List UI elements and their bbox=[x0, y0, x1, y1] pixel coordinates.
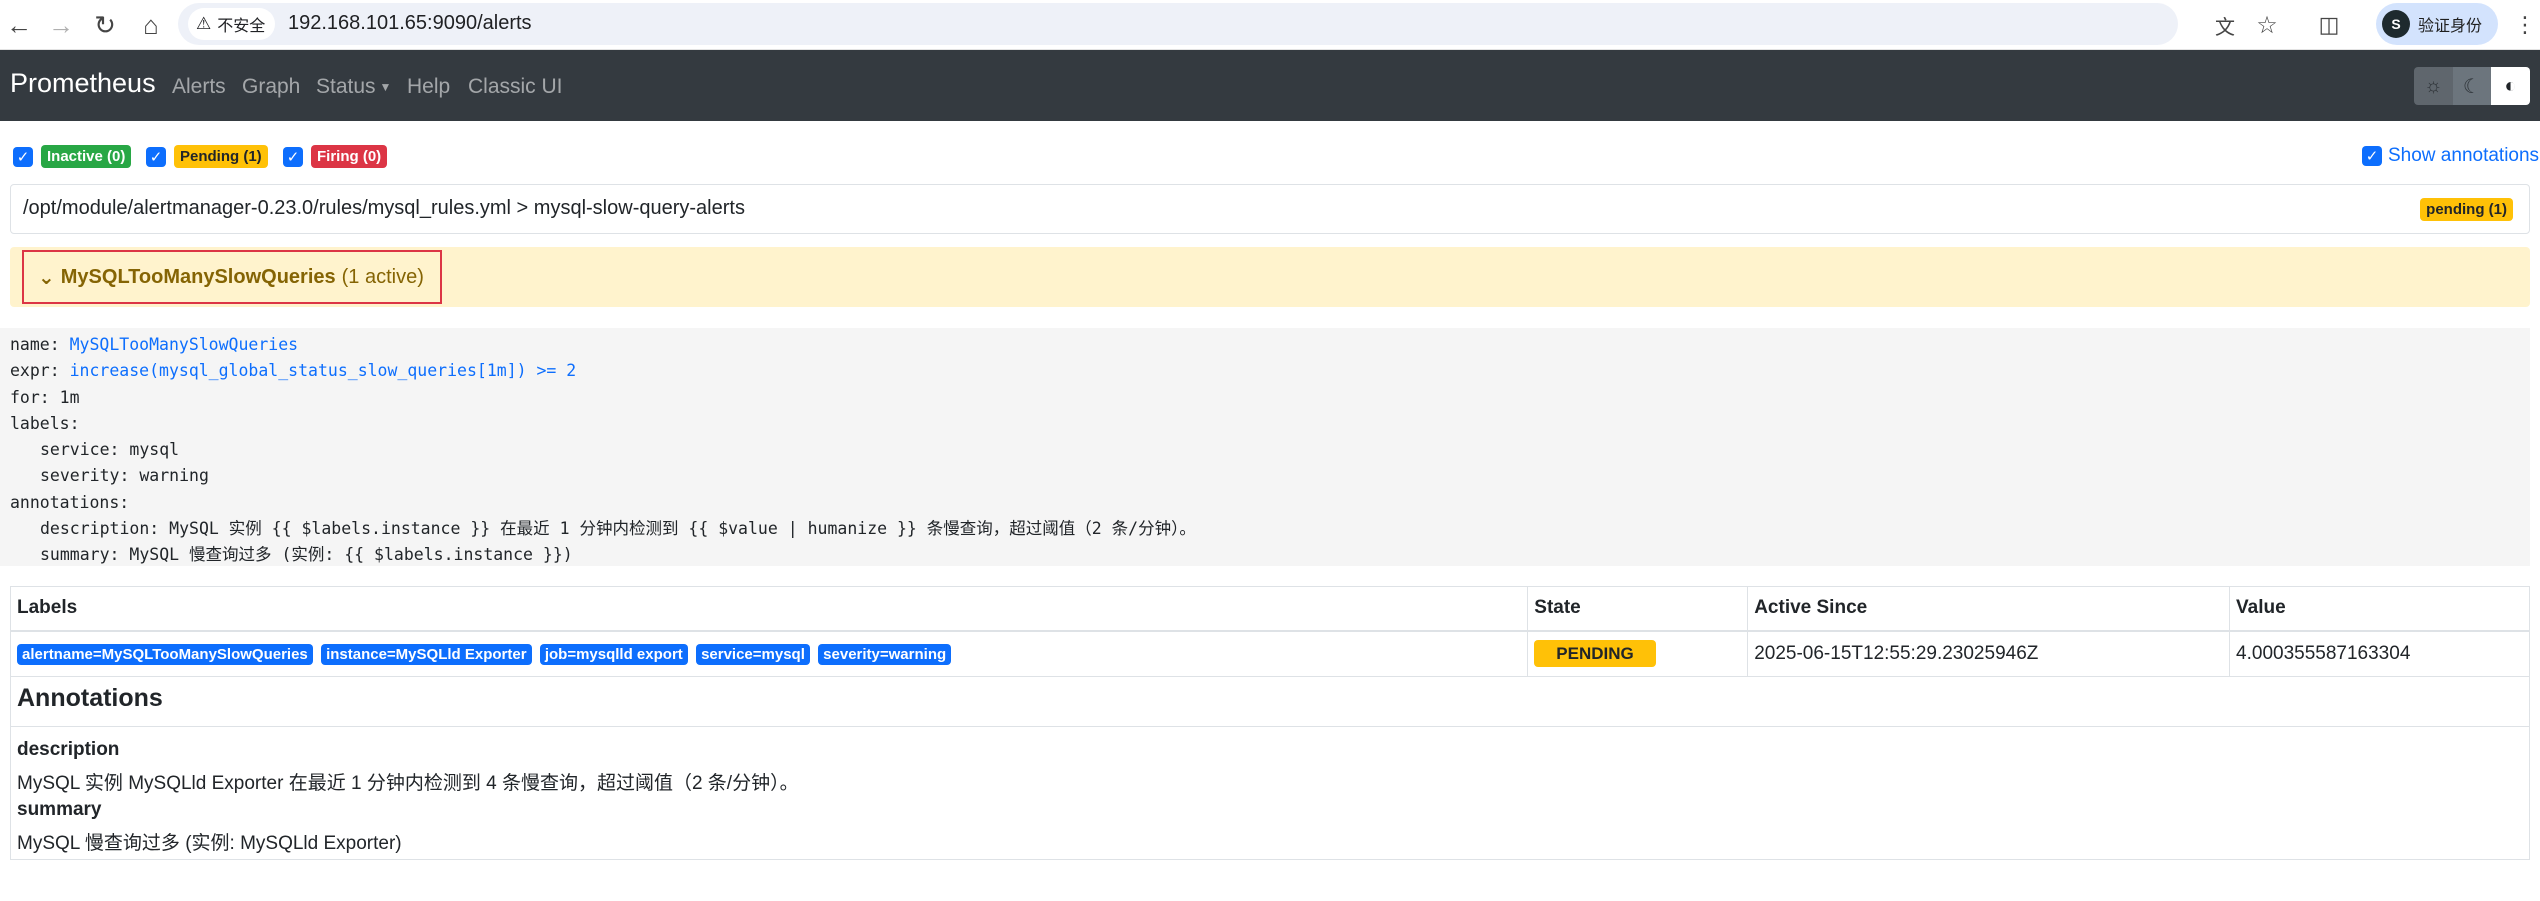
checkbox-checked-icon[interactable]: ✓ bbox=[283, 146, 303, 167]
rule-ann-description: description: MySQL 实例 {{ $labels.instanc… bbox=[40, 519, 1196, 539]
translate-icon[interactable]: 文 bbox=[2206, 6, 2244, 44]
rule-label-severity-line: severity: warning bbox=[10, 463, 2520, 489]
inactive-badge: Inactive (0) bbox=[41, 145, 132, 168]
url-text[interactable]: 192.168.101.65:9090/alerts bbox=[288, 12, 532, 35]
filter-inactive[interactable]: ✓ Inactive (0) bbox=[13, 145, 132, 168]
nav-status-label: Status bbox=[316, 75, 376, 98]
brand-logo[interactable]: Prometheus bbox=[10, 68, 156, 99]
checkbox-checked-icon[interactable]: ✓ bbox=[2362, 146, 2382, 166]
annotations-panel: Annotations description MySQL 实例 MySQLld… bbox=[10, 676, 2530, 860]
annotations-divider bbox=[11, 726, 2529, 727]
rule-label-service-line: service: mysql bbox=[10, 437, 2520, 463]
annotations-heading: Annotations bbox=[17, 684, 163, 712]
rule-label-service: service: mysql bbox=[40, 440, 180, 460]
col-header-active-since: Active Since bbox=[1747, 586, 2231, 632]
rule-for-line: for: 1m bbox=[10, 387, 80, 407]
label-badge-job: job=mysqlld export bbox=[539, 643, 688, 665]
state-badge: PENDING bbox=[1534, 640, 1656, 668]
labels-cell: alertname=MySQLTooManySlowQueries instan… bbox=[9, 630, 1529, 677]
profile-label: 验证身份 bbox=[2418, 18, 2483, 35]
annotation-summary-value: MySQL 慢查询过多 (实例: MySQLld Exporter) bbox=[17, 833, 402, 854]
navbar: Prometheus Alerts Graph Status ▼ Help Cla… bbox=[0, 50, 2540, 121]
rule-expr-key: expr: bbox=[10, 361, 70, 381]
rule-file-status-badge: pending (1) bbox=[2420, 198, 2513, 221]
security-chip[interactable]: ⚠ 不安全 bbox=[188, 8, 276, 40]
reload-icon[interactable]: ↻ bbox=[86, 6, 124, 44]
sun-icon[interactable]: ☼ bbox=[2414, 67, 2453, 105]
filter-pending[interactable]: ✓ Pending (1) bbox=[146, 145, 268, 168]
rule-expr-line: expr: increase(mysql_global_status_slow_… bbox=[10, 358, 2520, 384]
col-header-labels: Labels bbox=[9, 586, 1529, 632]
rule-definition: name: MySQLTooManySlowQueries expr: incre… bbox=[0, 328, 2530, 566]
firing-badge: Firing (0) bbox=[311, 145, 388, 168]
address-bar[interactable]: ⚠ 不安全 192.168.101.65:9090/alerts bbox=[178, 3, 2178, 45]
annotation-description-value: MySQL 实例 MySQLld Exporter 在最近 1 分钟内检测到 4… bbox=[17, 773, 799, 794]
label-badge-service: service=mysql bbox=[696, 643, 810, 665]
active-since-cell: 2025-06-15T12:55:29.23025946Z bbox=[1747, 630, 2231, 677]
table-header-row: Labels State Active Since Value bbox=[9, 586, 2530, 632]
annotation-description-key: description bbox=[17, 739, 120, 760]
checkbox-checked-icon[interactable]: ✓ bbox=[13, 146, 33, 167]
home-icon[interactable]: ⌂ bbox=[132, 6, 170, 44]
profile-chip[interactable]: S 验证身份 bbox=[2376, 3, 2499, 45]
show-annotations-label: Show annotations bbox=[2388, 145, 2540, 166]
nav-alerts[interactable]: Alerts bbox=[172, 75, 226, 99]
rule-ann-summary-line: summary: MySQL 慢查询过多 (实例: {{ $labels.ins… bbox=[10, 542, 2520, 568]
label-badge-alertname: alertname=MySQLTooManySlowQueries bbox=[17, 643, 313, 665]
alert-instances-table: Labels State Active Since Value alertnam… bbox=[9, 586, 2530, 677]
checkbox-checked-icon[interactable]: ✓ bbox=[146, 146, 166, 167]
value-cell: 4.000355587163304 bbox=[2229, 630, 2530, 677]
rule-ann-summary: summary: MySQL 慢查询过多 (实例: {{ $labels.ins… bbox=[40, 545, 573, 565]
nav-classic-ui[interactable]: Classic UI bbox=[468, 75, 563, 99]
rule-labels-line: labels: bbox=[10, 413, 80, 433]
rule-annotations-line: annotations: bbox=[10, 492, 130, 512]
moon-icon[interactable]: ☾ bbox=[2452, 67, 2492, 105]
rule-name-link[interactable]: MySQLTooManySlowQueries bbox=[70, 335, 298, 354]
alert-expand-toggle[interactable]: ⌄ MySQLTooManySlowQueries (1 active) bbox=[22, 250, 442, 304]
state-cell: PENDING bbox=[1527, 630, 1749, 677]
theme-switcher: ☼ ☾ ◐ bbox=[2414, 67, 2530, 105]
warning-icon: ⚠ bbox=[196, 14, 212, 33]
browser-toolbar: ← → ↻ ⌂ ⚠ 不安全 192.168.101.65:9090/alerts… bbox=[0, 0, 2540, 50]
back-icon[interactable]: ← bbox=[0, 6, 38, 44]
rule-file-header: /opt/module/alertmanager-0.23.0/rules/my… bbox=[10, 184, 2530, 234]
label-badge-instance: instance=MySQLld Exporter bbox=[321, 643, 532, 665]
col-header-value: Value bbox=[2229, 586, 2530, 632]
col-header-state: State bbox=[1527, 586, 1749, 632]
table-row: alertname=MySQLTooManySlowQueries instan… bbox=[9, 630, 2530, 677]
annotation-summary-key: summary bbox=[17, 799, 102, 820]
alert-group-header: ⌄ MySQLTooManySlowQueries (1 active) bbox=[10, 247, 2530, 307]
security-label: 不安全 bbox=[217, 18, 266, 35]
rule-label-severity: severity: warning bbox=[40, 466, 209, 486]
label-badge-severity: severity=warning bbox=[818, 643, 952, 665]
alert-active-count: (1 active) bbox=[341, 265, 424, 288]
alert-name: MySQLTooManySlowQueries bbox=[60, 265, 336, 288]
chevron-down-icon: ⌄ bbox=[38, 266, 55, 289]
extensions-icon[interactable]: ◫ bbox=[2310, 6, 2348, 44]
rule-name-line: name: MySQLTooManySlowQueries bbox=[10, 332, 2520, 358]
show-annotations-toggle[interactable]: ✓ Show annotations bbox=[2362, 145, 2539, 167]
more-menu-icon[interactable]: ⋮ bbox=[2506, 6, 2540, 44]
contrast-icon[interactable]: ◐ bbox=[2491, 67, 2530, 105]
rule-ann-description-line: description: MySQL 实例 {{ $labels.instanc… bbox=[10, 516, 2520, 542]
star-icon[interactable]: ☆ bbox=[2248, 6, 2286, 44]
caret-down-icon: ▼ bbox=[379, 80, 392, 95]
rule-name-key: name: bbox=[10, 335, 70, 354]
nav-status[interactable]: Status ▼ bbox=[316, 75, 391, 99]
filter-firing[interactable]: ✓ Firing (0) bbox=[283, 145, 388, 168]
rule-file-path: /opt/module/alertmanager-0.23.0/rules/my… bbox=[23, 197, 745, 219]
nav-help[interactable]: Help bbox=[407, 75, 450, 99]
avatar: S bbox=[2382, 10, 2410, 38]
rule-expr-link[interactable]: increase(mysql_global_status_slow_querie… bbox=[70, 361, 577, 380]
nav-graph[interactable]: Graph bbox=[242, 75, 300, 99]
forward-icon[interactable]: → bbox=[42, 6, 80, 44]
pending-badge: Pending (1) bbox=[174, 145, 268, 168]
